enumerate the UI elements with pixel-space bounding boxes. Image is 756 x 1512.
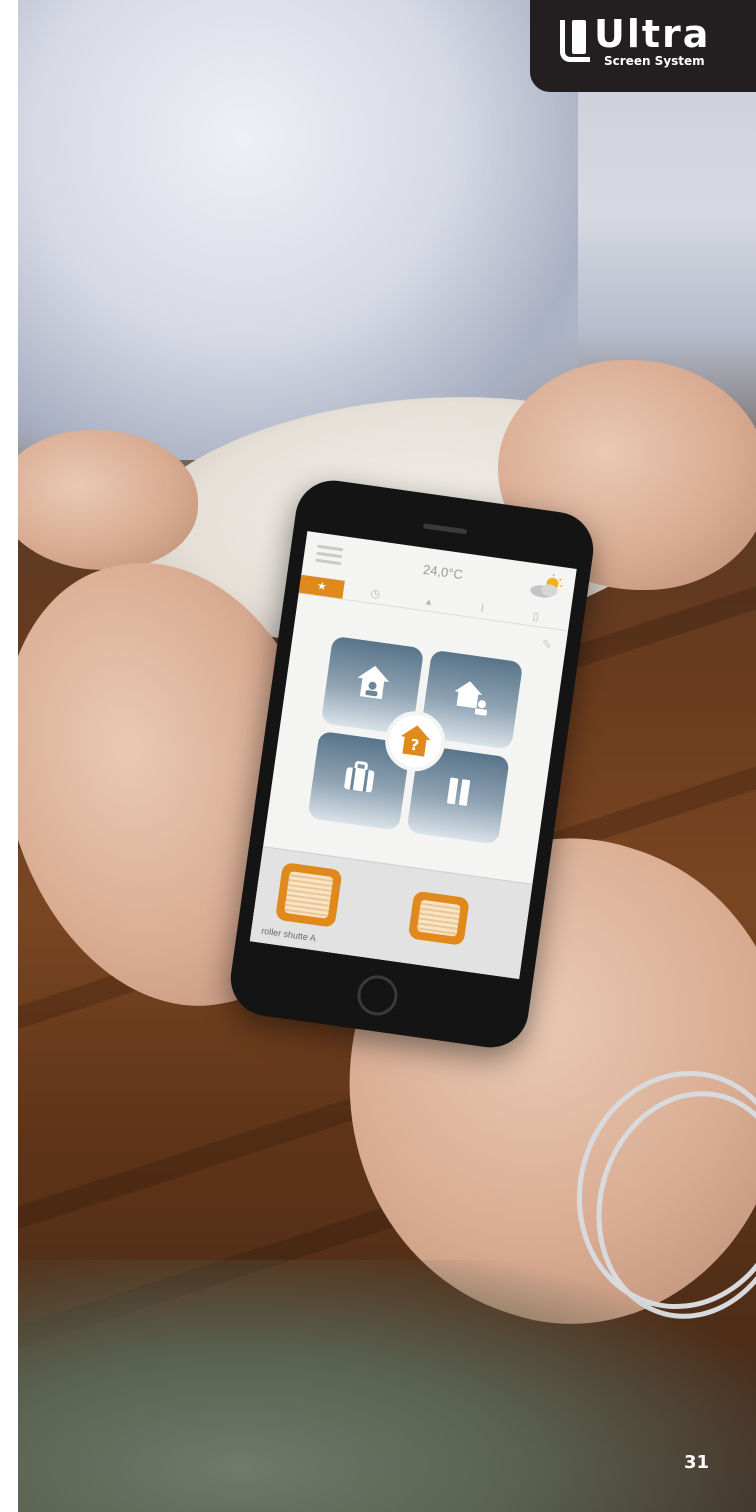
roller-shutter-button-b[interactable] (407, 890, 470, 946)
tab-sensor[interactable]: ▴ (406, 590, 452, 614)
roller-shutter-icon (416, 899, 461, 937)
home-person-icon (357, 665, 390, 700)
shutter-panel: roller shutte A (249, 846, 533, 980)
tab-devices[interactable]: ▯ (513, 605, 559, 629)
logo-mark-bar (572, 20, 586, 54)
home-question-icon: ? (400, 725, 431, 757)
home-button[interactable] (354, 972, 401, 1019)
home-away-icon (454, 681, 487, 716)
shutter-label: roller shutte A (260, 925, 317, 944)
blurred-foreground (18, 1260, 756, 1512)
temperature-readout: 24,0°C (422, 561, 464, 583)
luggage-icon (344, 761, 375, 793)
brand-title: Ultra (594, 12, 711, 56)
edit-pencil-icon[interactable]: ✎ (541, 637, 553, 652)
sun-cloud-icon (530, 573, 563, 598)
tab-timer[interactable]: ◷ (352, 582, 398, 606)
page-margin (0, 0, 18, 1512)
roller-shutter-icon (284, 871, 334, 919)
hamburger-menu-icon[interactable] (315, 544, 344, 566)
blurred-shirt (18, 0, 578, 460)
phone-screen: 24,0°C ★ ◷ ▴ ǀ ▯ ✎ ? roller shutte A (249, 531, 577, 980)
brand-logo: Ultra Screen System (530, 0, 756, 92)
pause-icon (447, 777, 471, 806)
phone-speaker (422, 523, 468, 535)
brand-subtitle: Screen System (604, 54, 705, 68)
roller-shutter-button-a[interactable] (275, 862, 343, 928)
page-number: 31 (684, 1452, 710, 1473)
tab-temperature[interactable]: ǀ (459, 597, 505, 621)
tab-favorites[interactable]: ★ (298, 574, 345, 599)
scene-grid: ? (307, 635, 524, 847)
